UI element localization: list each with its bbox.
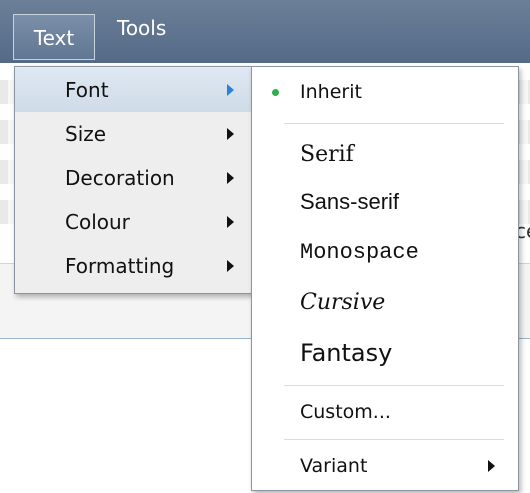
menu-item-label: Cursive [300,289,386,315]
font-item-fantasy[interactable]: Fantasy [252,329,518,377]
menu-item-formatting[interactable]: Formatting [15,244,252,288]
menu-item-font[interactable]: Font [15,68,252,112]
menu-tools[interactable]: Tools [117,8,166,48]
font-item-cursive[interactable]: Cursive [252,278,518,326]
menu-item-label: Serif [300,141,354,167]
submenu-arrow-icon [227,84,234,96]
selected-bullet-icon [272,88,279,96]
submenu-arrow-icon [227,172,234,184]
menu-item-decoration[interactable]: Decoration [15,156,252,200]
menubar: Text Tools [0,0,530,63]
submenu-arrow-icon [227,216,234,228]
submenu-arrow-icon [227,128,234,140]
menu-item-label: Sans-serif [300,189,400,214]
font-submenu: Inherit Serif Sans-serif Monospace Cursi… [251,66,519,491]
separator [284,385,504,386]
menu-item-size[interactable]: Size [15,112,252,156]
font-item-inherit[interactable]: Inherit [252,71,518,113]
font-item-serif[interactable]: Serif [252,130,518,178]
font-item-custom[interactable]: Custom... [252,389,518,435]
menu-item-label: Custom... [300,401,391,423]
separator [284,439,504,440]
menu-text[interactable]: Text [13,14,95,60]
menu-item-label: Font [65,78,109,102]
menu-item-label: Decoration [65,166,175,190]
menu-item-label: Size [65,122,107,146]
menu-item-colour[interactable]: Colour [15,200,252,244]
menu-item-label: Variant [300,455,368,477]
menu-item-label: Monospace [300,239,419,265]
menu-item-label: Fantasy [300,339,393,367]
menu-item-label: Formatting [65,254,175,278]
font-item-monospace[interactable]: Monospace [252,228,518,276]
text-menu: Font Size Decoration Colour Formatting [14,66,253,294]
font-item-variant[interactable]: Variant [252,443,518,489]
font-item-sans-serif[interactable]: Sans-serif [252,178,518,226]
submenu-arrow-icon [227,260,234,272]
menu-item-label: Colour [65,210,130,234]
menu-item-label: Inherit [300,81,362,103]
separator [284,123,504,124]
submenu-arrow-icon [488,460,495,472]
